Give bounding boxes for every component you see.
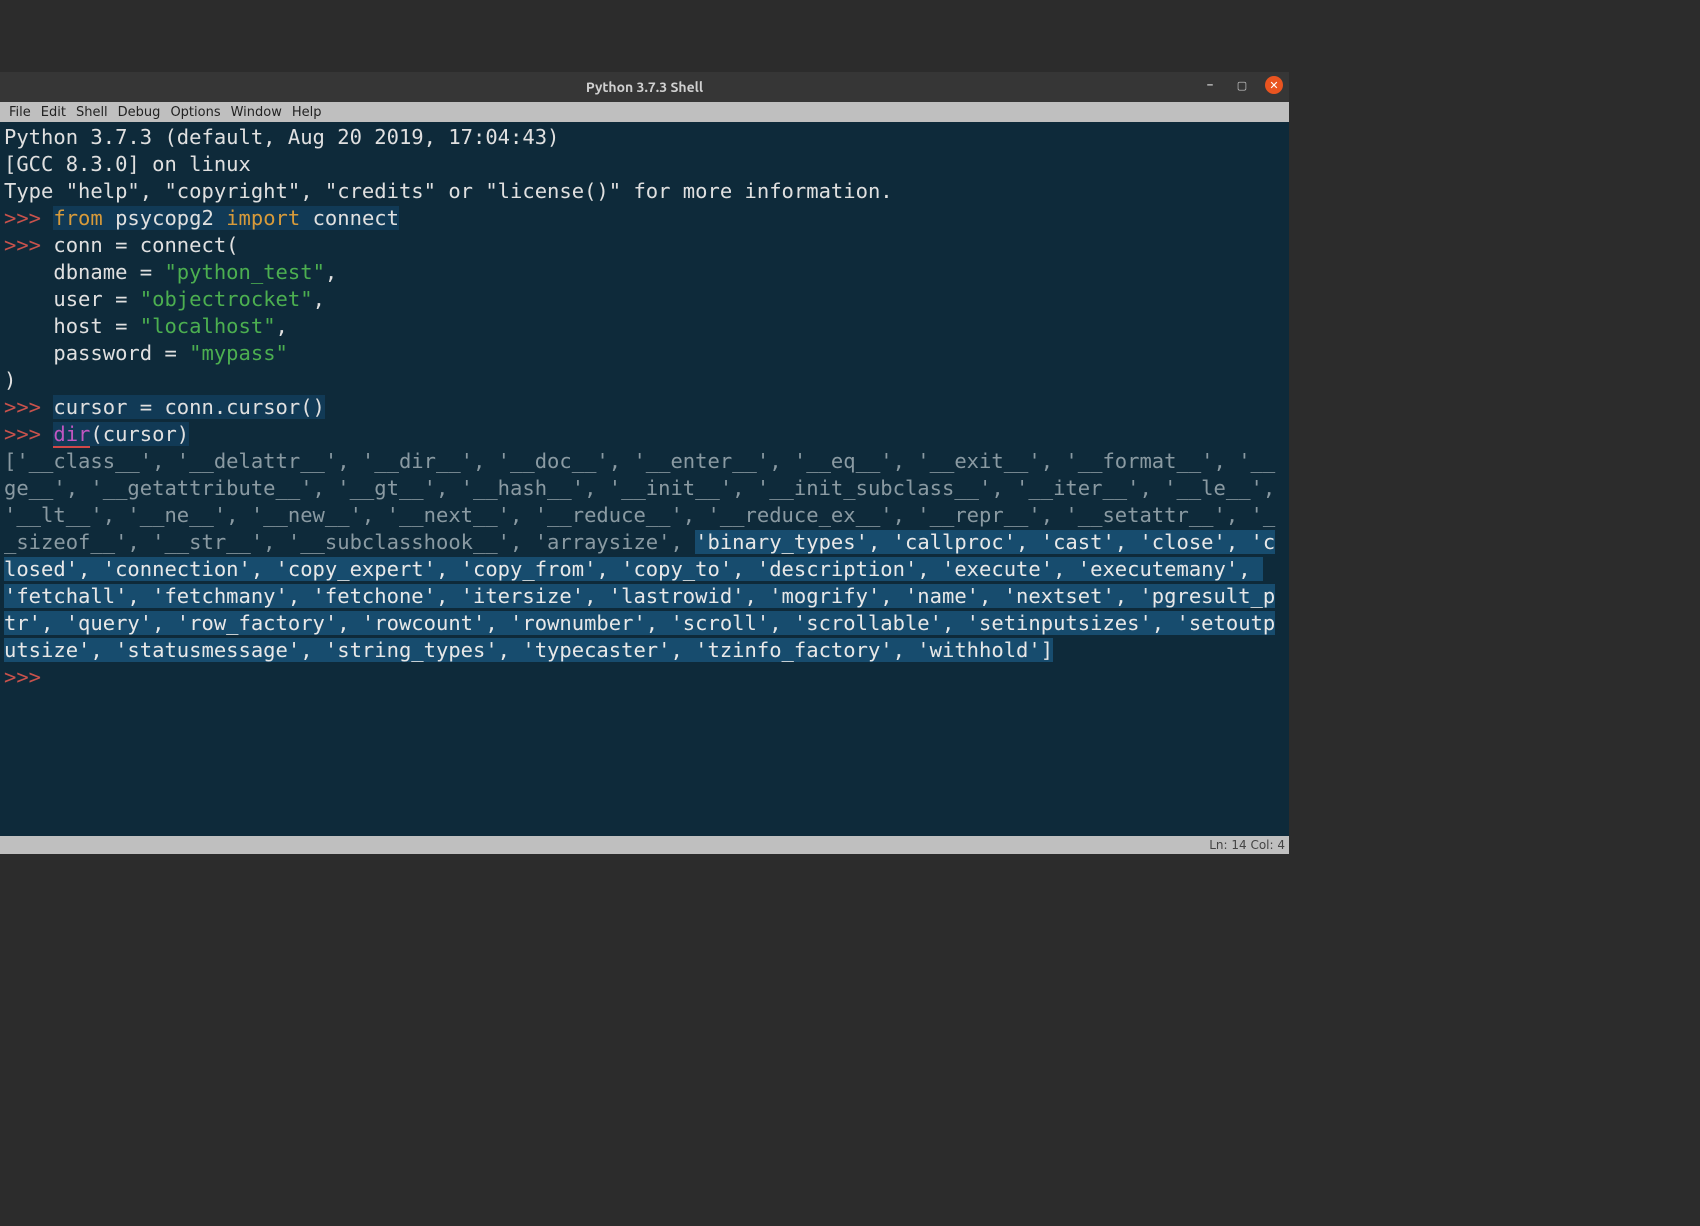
cursor-position: Ln: 14 Col: 4 (1209, 838, 1285, 852)
string-literal: "objectrocket" (140, 287, 313, 311)
string-literal: "python_test" (164, 260, 324, 284)
code-line: password = (4, 341, 189, 365)
prompt: >>> (4, 395, 53, 419)
import-name: connect (313, 206, 399, 230)
keyword-import: import (226, 206, 300, 230)
window-controls: – ▢ ✕ (1201, 76, 1283, 94)
banner-line: Type "help", "copyright", "credits" or "… (4, 179, 893, 203)
minimize-button[interactable]: – (1201, 76, 1219, 94)
keyword-from: from (53, 206, 102, 230)
menu-file[interactable]: File (4, 105, 36, 120)
menu-options[interactable]: Options (165, 105, 225, 120)
menubar: File Edit Shell Debug Options Window Hel… (0, 102, 1289, 122)
idle-window: Python 3.7.3 Shell – ▢ ✕ File Edit Shell… (0, 72, 1289, 854)
builtin-dir: dir (53, 422, 90, 448)
code-line: cursor = conn.cursor() (53, 395, 325, 419)
code-line: conn = connect( (53, 233, 238, 257)
prompt: >>> (4, 206, 53, 230)
titlebar[interactable]: Python 3.7.3 Shell – ▢ ✕ (0, 72, 1289, 102)
shell-text-area[interactable]: Python 3.7.3 (default, Aug 20 2019, 17:0… (0, 122, 1289, 836)
module-name: psycopg2 (115, 206, 214, 230)
menu-help[interactable]: Help (287, 105, 327, 120)
menu-window[interactable]: Window (226, 105, 287, 120)
code-line: dbname = (4, 260, 164, 284)
code-line: user = (4, 287, 140, 311)
menu-shell[interactable]: Shell (71, 105, 113, 120)
menu-debug[interactable]: Debug (113, 105, 166, 120)
banner-line: Python 3.7.3 (default, Aug 20 2019, 17:0… (4, 125, 572, 149)
menu-edit[interactable]: Edit (36, 105, 71, 120)
code-line: host = (4, 314, 140, 338)
string-literal: "localhost" (140, 314, 276, 338)
code-line: (cursor) (90, 422, 189, 446)
string-literal: "mypass" (189, 341, 288, 365)
close-button[interactable]: ✕ (1265, 76, 1283, 94)
maximize-button[interactable]: ▢ (1233, 76, 1251, 94)
prompt: >>> (4, 422, 53, 446)
window-title: Python 3.7.3 Shell (586, 79, 703, 95)
code-line: ) (4, 368, 16, 392)
prompt: >>> (4, 665, 53, 689)
prompt: >>> (4, 233, 53, 257)
statusbar: Ln: 14 Col: 4 (0, 836, 1289, 854)
banner-line: [GCC 8.3.0] on linux (4, 152, 251, 176)
